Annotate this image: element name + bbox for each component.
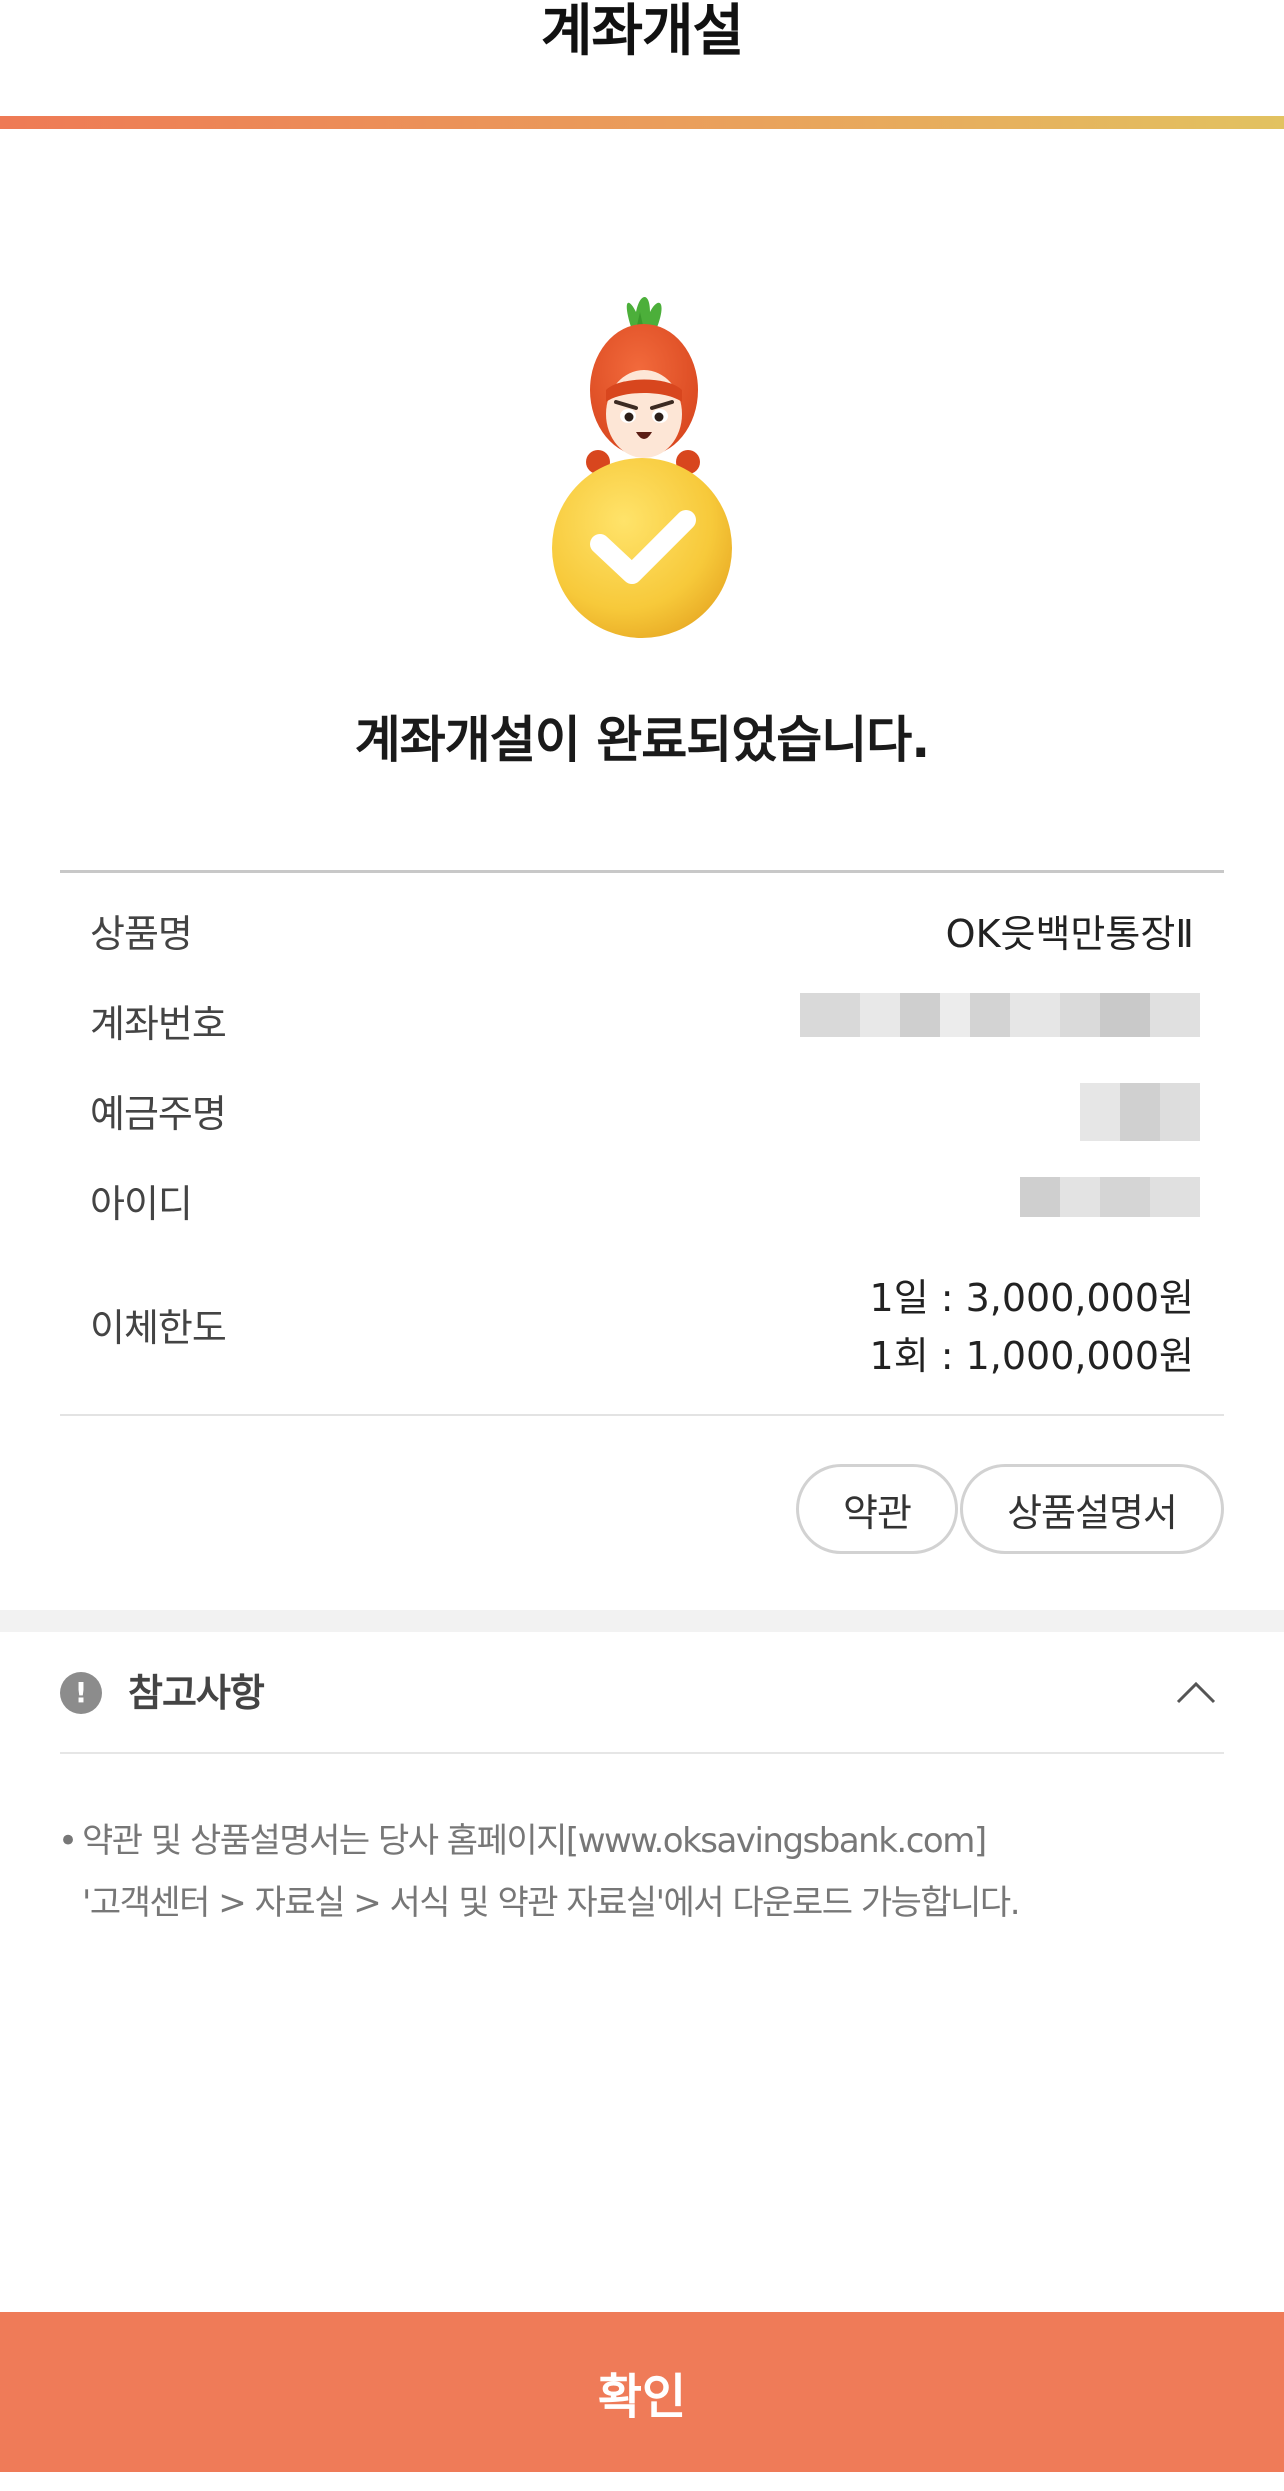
account-number-masked (800, 993, 1200, 1037)
bullet-mark: • (58, 1821, 78, 1861)
holder-name-masked (1080, 1083, 1200, 1141)
mascot-success-icon (552, 297, 732, 638)
notes-line-1: 약관 및 상품설명서는 당사 홈페이지[www.oksavingsbank.co… (82, 1821, 987, 1861)
section-divider (0, 1610, 1284, 1632)
terms-button[interactable]: 약관 (796, 1464, 958, 1554)
account-number-label: 계좌번호 (90, 1002, 227, 1046)
notes-line-2: '고객센터 > 자료실 > 서식 및 약관 자료실'에서 다운로드 가능합니다. (82, 1883, 1021, 1923)
holder-label: 예금주명 (90, 1092, 227, 1136)
per-transfer-limit-value: 1회 : 1,000,000원 (869, 1334, 1194, 1378)
confirm-button[interactable]: 확인 (0, 2312, 1284, 2472)
header-accent-line (0, 116, 1284, 129)
product-label: 상품명 (90, 912, 193, 956)
product-value: OK읏백만통장Ⅱ (945, 912, 1194, 956)
user-id-label: 아이디 (90, 1182, 193, 1226)
product-description-button[interactable]: 상품설명서 (960, 1464, 1224, 1554)
alert-icon: ! (60, 1672, 102, 1714)
header-bar: 계좌개설 (0, 0, 1284, 129)
user-id-masked (1020, 1177, 1200, 1217)
account-info-table: 상품명 OK읏백만통장Ⅱ 계좌번호 예금주명 아이디 이체한도 1일: 3,0… (60, 870, 1224, 1416)
notes-header[interactable]: ! 참고사항 (60, 1632, 1224, 1754)
transfer-limit-label: 이체한도 (90, 1306, 227, 1350)
completion-message: 계좌개설이 완료되었습니다. (354, 711, 930, 769)
page-title: 계좌개설 (540, 0, 744, 64)
notes-title: 참고사항 (128, 1671, 265, 1715)
daily-limit-value: 1일 : 3,000,000원 (869, 1276, 1194, 1320)
chevron-up-icon[interactable] (1174, 1676, 1218, 1706)
